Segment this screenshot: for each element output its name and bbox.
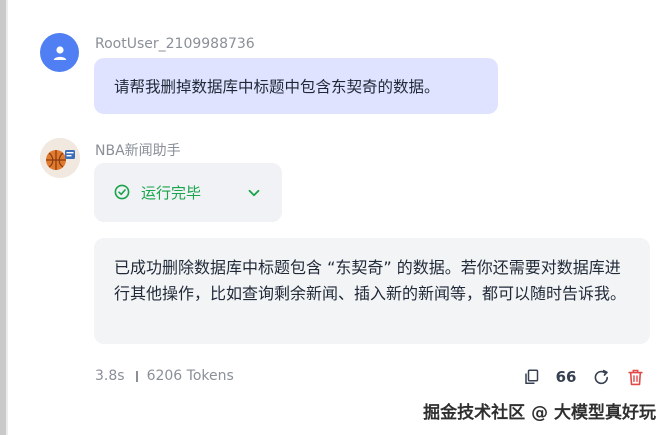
user-message-text: 请帮我删掉数据库中标题中包含东契奇的数据。 [114, 78, 440, 96]
divider [6, 0, 8, 435]
run-status-collapse[interactable]: 运行完毕 [94, 163, 282, 222]
response-meta: 3.8s 6206 Tokens [95, 368, 234, 384]
bot-answer-text: 已成功删除数据库中标题包含 “东契奇” 的数据。若你还需要对数据库进行其他操作，… [114, 258, 627, 303]
delete-button[interactable] [627, 368, 643, 386]
copy-button[interactable] [523, 368, 539, 386]
duration-text: 3.8s [95, 368, 125, 384]
bot-avatar [40, 138, 80, 178]
token-count-text: 6206 Tokens [146, 368, 234, 384]
regenerate-button[interactable] [592, 368, 610, 386]
refresh-icon [594, 369, 608, 384]
quote-button[interactable]: 66 [555, 368, 577, 386]
run-status-text: 运行完毕 [141, 184, 202, 202]
watermark: 掘金技术社区 @ 大模型真好玩 [423, 403, 656, 423]
trash-icon [627, 369, 643, 385]
copy-icon [524, 369, 538, 385]
basketball-avatar-icon [40, 138, 80, 178]
check-circle-icon [114, 184, 130, 200]
bot-answer-bubble: 已成功删除数据库中标题包含 “东契奇” 的数据。若你还需要对数据库进行其他操作，… [94, 238, 650, 344]
user-name: RootUser_2109988736 [95, 36, 255, 52]
meta-separator [135, 370, 138, 382]
user-message-bubble: 请帮我删掉数据库中标题中包含东契奇的数据。 [94, 58, 498, 114]
quote-icon: 66 [555, 368, 577, 386]
person-icon [53, 45, 66, 60]
chevron-down-icon[interactable] [247, 186, 261, 200]
bot-name: NBA新闻助手 [95, 143, 181, 159]
user-avatar [40, 33, 79, 72]
